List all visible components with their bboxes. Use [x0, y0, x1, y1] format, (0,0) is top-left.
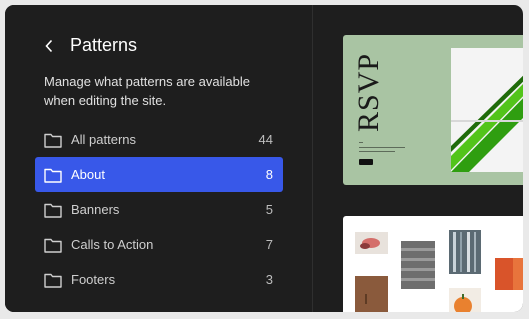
folder-icon [44, 238, 62, 253]
back-button[interactable] [42, 39, 56, 53]
rsvp-photo [451, 48, 523, 172]
pattern-preview-canvas: RSVP [313, 5, 523, 312]
sidebar-description: Manage what patterns are available when … [44, 74, 250, 108]
sidebar-item-count: 3 [265, 272, 273, 287]
folder-icon [44, 273, 62, 288]
site-editor-window: Patterns Manage what patterns are availa… [5, 5, 523, 312]
sidebar-item-count: 44 [258, 132, 273, 147]
sidebar-item-calls-to-action[interactable]: Calls to Action 7 [35, 227, 283, 262]
folder-icon [44, 168, 62, 183]
sidebar-item-banners[interactable]: Banners 5 [35, 192, 283, 227]
sidebar-item-label: Footers [71, 272, 116, 287]
sidebar-item-label: Calls to Action [71, 237, 154, 252]
sidebar-item-count: 5 [265, 202, 273, 217]
chevron-left-icon [45, 39, 53, 52]
patterns-sidebar: Patterns Manage what patterns are availa… [5, 5, 312, 312]
gallery-pattern-preview[interactable] [343, 216, 523, 312]
sidebar-item-count: 7 [265, 237, 273, 252]
rsvp-button [359, 159, 373, 165]
sidebar-item-label: About [71, 167, 105, 182]
rsvp-body-text [359, 142, 405, 155]
sidebar-item-footers[interactable]: Footers 3 [35, 262, 283, 297]
pattern-categories-list: All patterns 44 About 8 Banners 5 Calls … [35, 122, 283, 297]
sidebar-item-all-patterns[interactable]: All patterns 44 [35, 122, 283, 157]
green-stairs-image [451, 48, 523, 172]
folder-icon [44, 203, 62, 218]
rsvp-heading: RSVP [352, 52, 385, 132]
sidebar-item-count: 8 [265, 167, 273, 182]
rsvp-pattern-preview[interactable]: RSVP [343, 35, 523, 185]
gallery-images [355, 230, 523, 312]
sidebar-header: Patterns [42, 35, 137, 56]
sidebar-item-about[interactable]: About 8 [35, 157, 283, 192]
page-title: Patterns [70, 35, 138, 55]
sidebar-item-label: Banners [71, 202, 120, 217]
folder-icon [44, 133, 62, 148]
sidebar-item-label: All patterns [71, 132, 137, 147]
